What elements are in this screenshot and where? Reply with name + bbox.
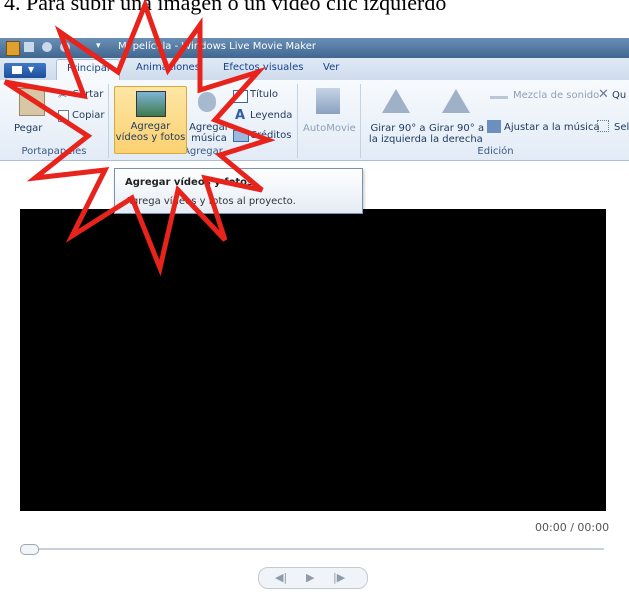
seek-thumb[interactable] — [20, 544, 39, 555]
paste-icon — [19, 88, 45, 116]
undo-icon[interactable] — [42, 42, 52, 52]
remove-button[interactable]: Qu — [612, 90, 626, 101]
app-icon — [6, 41, 20, 56]
caption-icon: A — [235, 108, 246, 123]
chevron-down-icon: ▼ — [28, 65, 35, 74]
fit-to-music-button[interactable]: Ajustar a la música — [504, 122, 600, 133]
tab-animaciones[interactable]: Animaciones — [136, 62, 200, 73]
ribbon: Pegar ✂ Cortar Copiar Portapapeles Agreg… — [0, 80, 629, 161]
tab-efectos-visuales[interactable]: Efectos visuales — [223, 62, 303, 73]
credits-button[interactable]: Créditos — [250, 130, 291, 141]
tooltip: Agregar vídeos y fotos Agrega vídeos y f… — [114, 168, 363, 214]
ribbon-tab-row: Principal Animaciones Efectos visuales V… — [0, 58, 629, 81]
tooltip-description: Agrega vídeos y fotos al proyecto. — [125, 196, 296, 207]
previous-frame-icon[interactable]: ◀| — [275, 571, 287, 584]
title-bar: ▾ Mi película - Windows Live Movie Maker — [0, 38, 629, 58]
next-frame-icon[interactable]: |▶ — [333, 571, 345, 584]
fit-to-music-icon — [487, 120, 501, 133]
sound-mix-icon — [490, 96, 508, 99]
seek-bar[interactable] — [20, 548, 604, 550]
app-menu-button[interactable]: ▼ — [4, 63, 46, 78]
copy-icon — [58, 110, 69, 122]
credits-icon — [233, 130, 249, 142]
sound-mix-button[interactable]: Mezcla de sonido — [513, 90, 599, 101]
caption-button[interactable]: Leyenda — [250, 110, 292, 121]
cut-icon: ✂ — [58, 89, 68, 102]
group-separator — [297, 84, 298, 158]
cut-button[interactable]: Cortar — [72, 89, 103, 100]
title-icon — [233, 90, 248, 103]
copy-button[interactable]: Copiar — [72, 110, 104, 121]
group-label-edicion: Edición — [477, 146, 514, 157]
add-music-icon — [198, 92, 216, 112]
group-separator — [360, 84, 361, 158]
automovie-button[interactable]: AutoMovie — [303, 123, 356, 134]
play-icon[interactable]: ▶ — [306, 571, 314, 584]
add-videos-photos-icon — [136, 91, 166, 117]
save-icon[interactable] — [24, 42, 34, 52]
select-button[interactable]: Sel — [614, 122, 629, 133]
redo-icon[interactable] — [60, 42, 70, 52]
rotate-right-icon — [442, 89, 470, 113]
rotate-right-button[interactable]: Girar 90° a la derecha — [429, 123, 484, 145]
title-button[interactable]: Título — [250, 89, 278, 100]
paste-button[interactable]: Pegar — [14, 123, 42, 134]
app-menu-icon — [12, 66, 22, 74]
tab-ver[interactable]: Ver — [323, 62, 339, 73]
tab-principal[interactable]: Principal — [56, 59, 120, 80]
rotate-left-button[interactable]: Girar 90° a la izquierda — [368, 123, 428, 145]
add-videos-photos-button[interactable]: Agregar vídeos y fotos — [114, 86, 187, 154]
add-videos-label-line1: Agregar — [130, 121, 171, 132]
automovie-icon — [316, 88, 340, 114]
remove-icon: ✕ — [598, 87, 609, 102]
playback-controls: ◀| ▶ |▶ — [258, 567, 368, 589]
timecode: 00:00 / 00:00 — [535, 521, 610, 534]
add-music-button[interactable]: Agregar música — [186, 122, 232, 144]
instruction-caption: 4. Para subir una imagen o un video clic… — [4, 0, 447, 15]
video-preview — [20, 209, 606, 511]
group-label-portapapeles: Portapapeles — [21, 146, 87, 157]
rotate-left-icon — [382, 89, 410, 113]
tooltip-title: Agregar vídeos y fotos — [125, 177, 253, 188]
quick-access-dropdown-icon[interactable]: ▾ — [96, 41, 101, 51]
window-title: Mi película - Windows Live Movie Maker — [118, 41, 316, 52]
select-icon — [597, 120, 609, 132]
add-videos-label-line2: vídeos y fotos — [115, 132, 186, 143]
